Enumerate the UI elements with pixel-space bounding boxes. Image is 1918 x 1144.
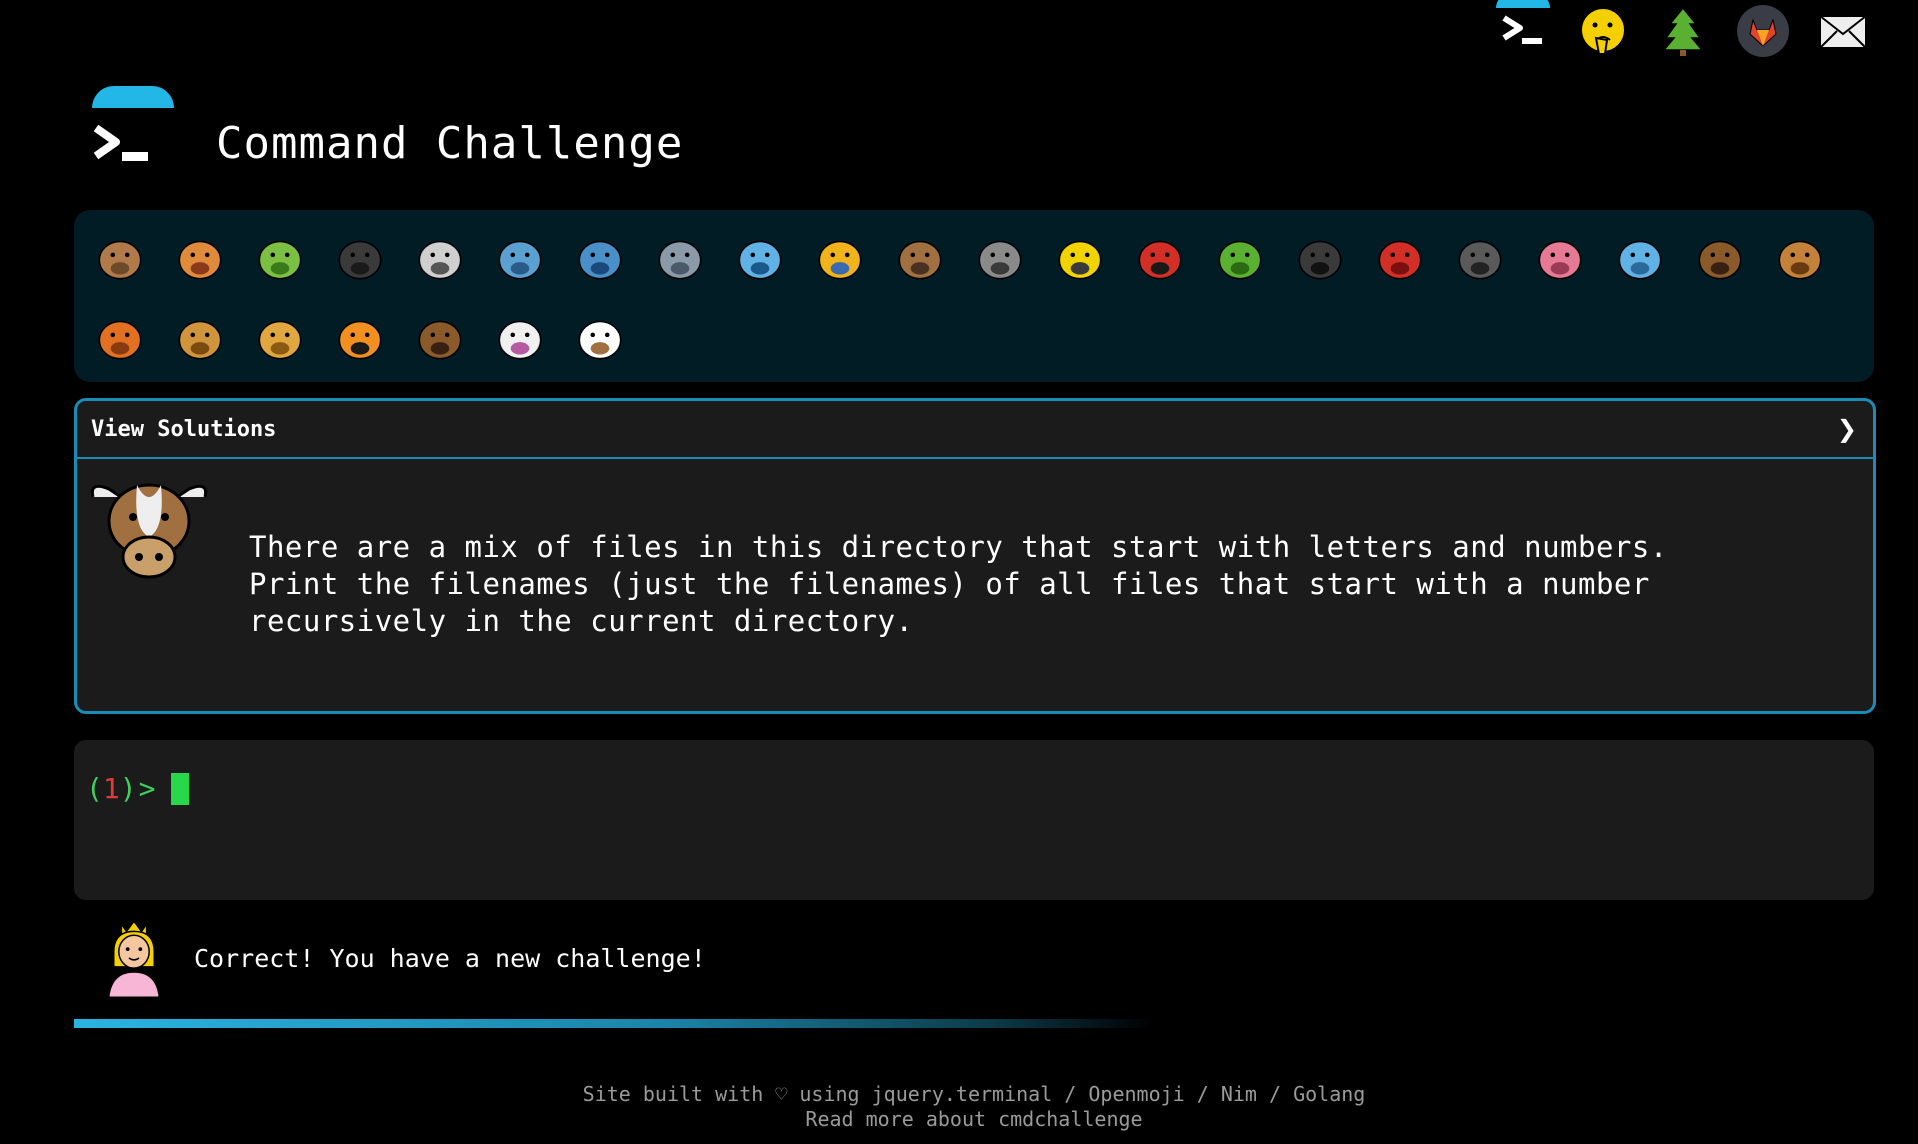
progress-bar	[74, 1019, 1154, 1028]
gitlab-nav-icon[interactable]	[1732, 0, 1794, 62]
tropical-fish-icon	[818, 240, 862, 280]
shark-icon	[658, 240, 702, 280]
challenge-grid	[80, 218, 1880, 378]
shush-face-nav-icon[interactable]	[1572, 0, 1634, 62]
challenge-horse[interactable]	[400, 298, 480, 378]
about-link[interactable]: Read more about cmdchallenge	[805, 1107, 1142, 1131]
challenge-cricket[interactable]	[1200, 218, 1280, 298]
footer-credits: Site built with ♡ using jquery.terminal …	[582, 1082, 1366, 1106]
challenge-body: There are a mix of files in this directo…	[77, 459, 1873, 709]
challenge-worm[interactable]	[1520, 218, 1600, 298]
ladybug-icon	[1138, 240, 1182, 280]
page-title: Command Challenge	[216, 118, 684, 169]
challenge-strip	[74, 210, 1874, 382]
snail-icon	[98, 240, 142, 280]
cricket-icon	[1218, 240, 1262, 280]
fish-icon	[738, 240, 782, 280]
challenge-lion[interactable]	[240, 298, 320, 378]
page: Command Challenge View Solutions ❯ There…	[0, 0, 1918, 1144]
terminal-cursor[interactable]	[171, 772, 190, 805]
challenge-scorpion[interactable]	[1360, 218, 1440, 298]
dolphin-icon	[578, 240, 622, 280]
scorpion-icon	[1378, 240, 1422, 280]
tree-nav-icon[interactable]	[1652, 0, 1714, 62]
challenge-tiger[interactable]	[320, 298, 400, 378]
dog-icon	[1778, 240, 1822, 280]
challenge-shark[interactable]	[640, 218, 720, 298]
bee-icon	[1058, 240, 1102, 280]
challenge-fly[interactable]	[1440, 218, 1520, 298]
challenge-blowfish[interactable]	[880, 218, 960, 298]
challenge-fish[interactable]	[720, 218, 800, 298]
status-message: Correct! You have a new challenge!	[96, 916, 706, 1000]
cow-icon	[90, 483, 208, 579]
wolf-icon	[978, 240, 1022, 280]
footer: Site built with ♡ using jquery.terminal …	[0, 1082, 1918, 1132]
challenge-spider-web[interactable]	[400, 218, 480, 298]
challenge-tropical-fish[interactable]	[800, 218, 880, 298]
princess-icon	[107, 920, 161, 999]
challenge-spider[interactable]	[1280, 218, 1360, 298]
challenge-microbe[interactable]	[1600, 218, 1680, 298]
fly-icon	[1458, 240, 1502, 280]
challenge-unicorn[interactable]	[480, 298, 560, 378]
challenge-butterfly[interactable]	[160, 218, 240, 298]
terminal[interactable]: ( 1 ) >	[74, 740, 1874, 900]
view-solutions-toggle[interactable]: View Solutions ❯	[77, 401, 1873, 459]
prompt-arrow: >	[138, 772, 156, 805]
lion-icon	[258, 320, 302, 360]
prompt-close-paren: )	[119, 772, 137, 805]
prompt-open-paren: (	[86, 772, 103, 805]
caterpillar-icon	[258, 240, 302, 280]
challenge-wolf[interactable]	[960, 218, 1040, 298]
challenge-snail[interactable]	[80, 218, 160, 298]
view-solutions-label: View Solutions	[91, 416, 277, 442]
solutions-panel: View Solutions ❯ There are a mix of file…	[74, 398, 1876, 714]
challenge-cow[interactable]	[560, 298, 640, 378]
worm-icon	[1538, 240, 1582, 280]
prompt-counter: 1	[102, 772, 120, 805]
microbe-icon	[1618, 240, 1662, 280]
challenge-description: There are a mix of files in this directo…	[249, 530, 1668, 638]
cat-icon	[178, 320, 222, 360]
spider-web-icon	[418, 240, 462, 280]
mail-nav-icon[interactable]	[1812, 0, 1874, 62]
terminal-logo-icon	[93, 124, 148, 161]
monkey-icon	[1698, 240, 1742, 280]
butterfly-icon	[178, 240, 222, 280]
unicorn-icon	[498, 320, 542, 360]
whale-icon	[498, 240, 542, 280]
horse-icon	[418, 320, 462, 360]
challenge-cat[interactable]	[160, 298, 240, 378]
challenge-ant[interactable]	[320, 218, 400, 298]
challenge-caterpillar[interactable]	[240, 218, 320, 298]
terminal-nav-icon[interactable]	[1492, 0, 1554, 62]
fox-icon	[98, 320, 142, 360]
challenge-fox[interactable]	[80, 298, 160, 378]
tiger-icon	[338, 320, 382, 360]
challenge-bee[interactable]	[1040, 218, 1120, 298]
challenge-ladybug[interactable]	[1120, 218, 1200, 298]
ant-icon	[338, 240, 382, 280]
spider-icon	[1298, 240, 1342, 280]
cow-icon	[578, 320, 622, 360]
site-logo[interactable]	[90, 86, 180, 172]
top-nav	[1492, 0, 1874, 62]
status-text: Correct! You have a new challenge!	[194, 943, 706, 973]
challenge-whale[interactable]	[480, 218, 560, 298]
blowfish-icon	[898, 240, 942, 280]
logo-cap	[92, 86, 174, 108]
challenge-dolphin[interactable]	[560, 218, 640, 298]
challenge-dog[interactable]	[1760, 218, 1840, 298]
chevron-right-icon: ❯	[1836, 415, 1857, 443]
challenge-monkey[interactable]	[1680, 218, 1760, 298]
terminal-prompt: ( 1 ) >	[86, 772, 190, 805]
